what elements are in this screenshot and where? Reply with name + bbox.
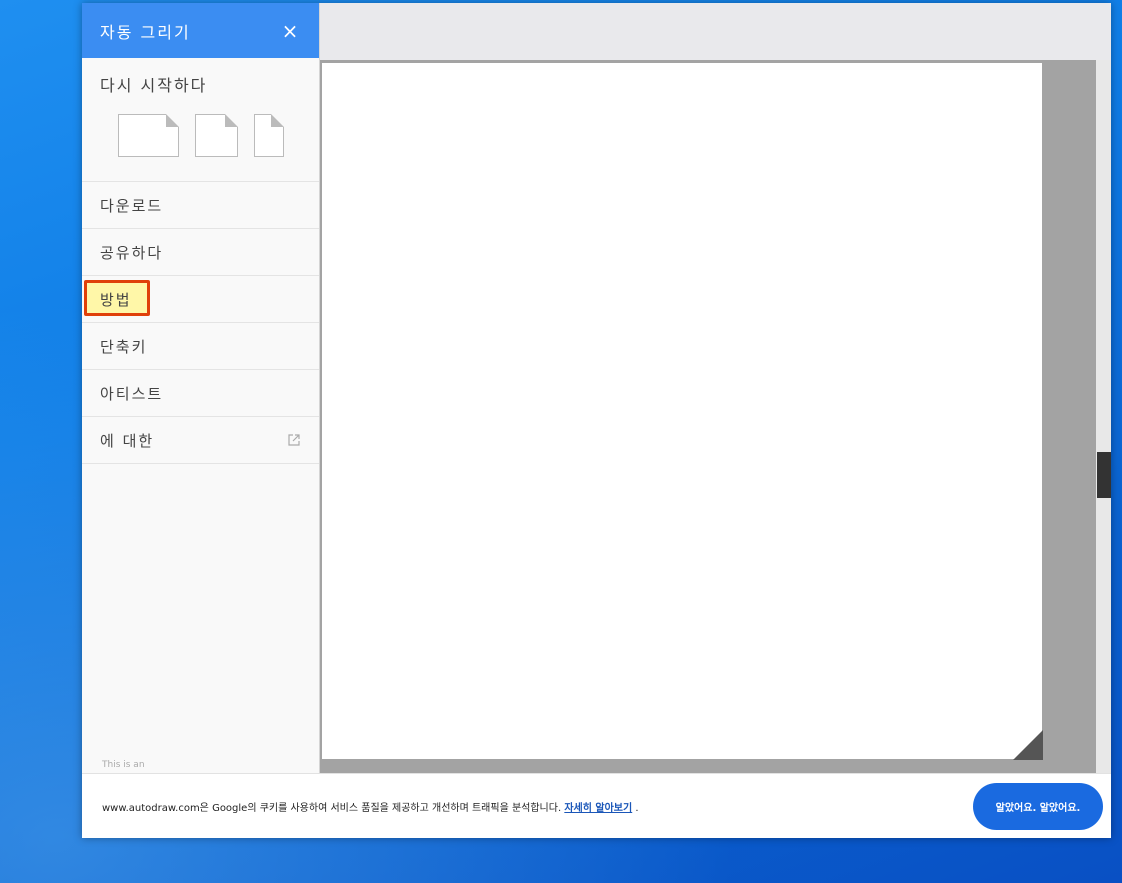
sidebar-menu: 자동 그리기 × 다시 시작하다 다운로드 공유하다 방법 단축키 아티스트 에… (82, 3, 320, 838)
menu-item-how-to[interactable]: 방법 (82, 276, 319, 323)
menu-item-download[interactable]: 다운로드 (82, 182, 319, 229)
square-page-icon[interactable] (194, 114, 238, 157)
menu-item-label: 공유하다 (100, 243, 164, 262)
cookie-accept-button[interactable]: 알았어요. 알았어요. (973, 782, 1103, 830)
menu-item-label: 단축키 (100, 337, 148, 356)
experiment-note: This is an (102, 760, 145, 770)
close-icon[interactable]: × (279, 19, 301, 43)
restart-section: 다시 시작하다 (82, 58, 319, 182)
scrollbar[interactable] (1096, 60, 1111, 775)
cookie-period: . (635, 802, 639, 814)
menu-item-label: 아티스트 (100, 384, 164, 403)
sidebar-header: 자동 그리기 × (82, 3, 319, 58)
landscape-page-icon[interactable] (117, 114, 179, 157)
cookie-banner: www.autodraw.com은 Google의 쿠키를 사용하여 서비스 품… (82, 773, 1111, 838)
resize-handle-icon[interactable] (1013, 730, 1043, 760)
learn-more-link[interactable]: 자세히 알아보기 (564, 803, 632, 814)
toolbar-area (320, 3, 1111, 61)
restart-label: 다시 시작하다 (100, 76, 208, 95)
external-link-icon (288, 434, 300, 446)
scrollbar-thumb[interactable] (1097, 452, 1111, 498)
menu-item-label: 에 대한 (100, 431, 155, 450)
canvas-area (320, 60, 1096, 775)
menu-item-about[interactable]: 에 대한 (82, 417, 319, 464)
menu-item-shortcuts[interactable]: 단축키 (82, 323, 319, 370)
page-size-options (100, 114, 301, 157)
cookie-text: www.autodraw.com은 Google의 쿠키를 사용하여 서비스 품… (102, 802, 562, 814)
cookie-message: www.autodraw.com은 Google의 쿠키를 사용하여 서비스 품… (102, 799, 639, 814)
menu-item-share[interactable]: 공유하다 (82, 229, 319, 276)
menu-item-artists[interactable]: 아티스트 (82, 370, 319, 417)
portrait-page-icon[interactable] (253, 114, 284, 157)
menu-item-label: 다운로드 (100, 196, 164, 215)
menu-item-label: 방법 (100, 290, 132, 309)
autodraw-window: 자동 그리기 × 다시 시작하다 다운로드 공유하다 방법 단축키 아티스트 에… (82, 3, 1111, 838)
sidebar-title: 자동 그리기 (100, 22, 191, 42)
drawing-canvas[interactable] (322, 63, 1042, 759)
